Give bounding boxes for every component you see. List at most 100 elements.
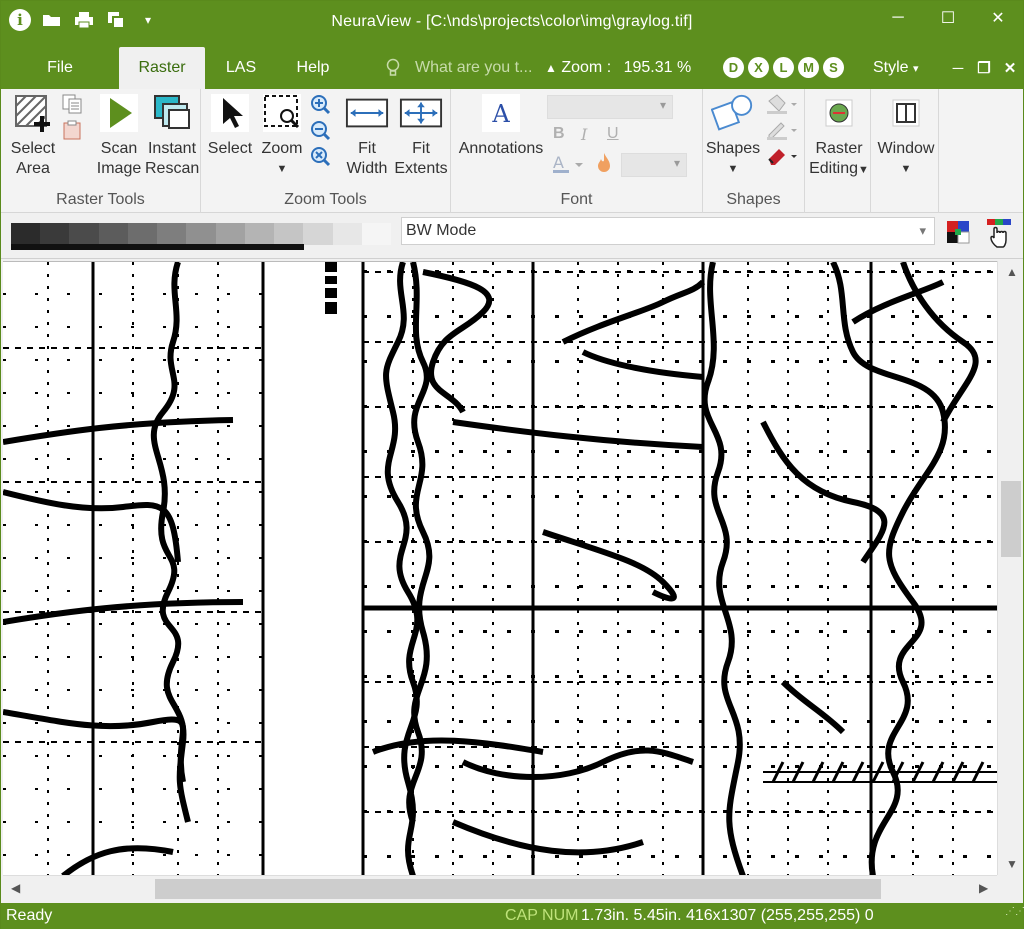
raster-edit-icon <box>817 91 861 135</box>
ramp-swatch[interactable] <box>40 223 70 245</box>
tab-file[interactable]: File <box>29 47 91 89</box>
scroll-left-icon[interactable]: ◀ <box>11 881 20 895</box>
vertical-scrollbar[interactable]: ▲ ▼ <box>997 261 1023 875</box>
tab-las[interactable]: LAS <box>213 47 269 89</box>
view-mode-buttons: D X L M S <box>723 57 844 78</box>
svg-text:A: A <box>491 100 510 128</box>
italic-button[interactable]: I <box>581 125 587 144</box>
ramp-swatch[interactable] <box>244 223 275 245</box>
threshold-bar[interactable] <box>11 244 304 250</box>
annotations-button[interactable]: A Annotations <box>455 91 547 159</box>
zoom-in-icon[interactable] <box>309 93 331 120</box>
color-pick-hand-icon[interactable] <box>985 217 1015 254</box>
zoom-value: 195.31 % <box>623 59 692 76</box>
scan-image-button[interactable]: Scan Image <box>93 91 145 179</box>
maximize-button[interactable]: ☐ <box>923 1 973 35</box>
doc-minimize-button[interactable]: ─ <box>945 47 971 89</box>
grayscale-ramp[interactable] <box>11 223 392 245</box>
select-area-button[interactable]: Select Area <box>5 91 61 179</box>
group-label-raster-tools: Raster Tools <box>56 191 145 208</box>
outline-icon[interactable] <box>765 119 799 146</box>
close-button[interactable]: ✕ <box>973 1 1023 35</box>
doc-restore-button[interactable]: ❐ <box>971 47 997 89</box>
shapes-icon <box>711 91 755 135</box>
mode-toolbar: BW Mode <box>1 213 1023 259</box>
shapes-button[interactable]: Shapes ▼ <box>705 91 761 179</box>
ramp-swatch[interactable] <box>361 223 392 245</box>
horizontal-scrollbar[interactable]: ◀ ▶ <box>3 875 997 901</box>
style-menu[interactable]: Style ▾ <box>873 47 919 89</box>
ribbon: Select Area Scan Image Instant Rescan Ra… <box>1 89 1023 213</box>
ramp-swatch[interactable] <box>98 223 128 245</box>
group-label-zoom-tools: Zoom Tools <box>284 191 367 208</box>
select-area-icon <box>11 91 55 135</box>
vertical-scroll-thumb[interactable] <box>1001 481 1021 557</box>
view-d-button[interactable]: D <box>723 57 744 78</box>
image-canvas[interactable] <box>3 261 997 875</box>
minimize-button[interactable]: ─ <box>873 1 923 35</box>
zoom-out-icon[interactable] <box>309 119 331 146</box>
mode-select[interactable]: BW Mode <box>401 217 935 245</box>
zoom-button[interactable]: Zoom ▼ <box>257 91 307 179</box>
font-size-combo[interactable] <box>621 153 687 177</box>
chevron-down-icon: ▼ <box>858 164 869 176</box>
ramp-swatch[interactable] <box>11 223 41 245</box>
view-l-button[interactable]: L <box>773 57 794 78</box>
font-color-icon[interactable]: A <box>551 153 587 180</box>
ramp-swatch[interactable] <box>332 223 362 245</box>
scroll-up-icon[interactable]: ▲ <box>1006 265 1018 279</box>
paste-icon[interactable] <box>61 119 83 146</box>
eraser-icon[interactable] <box>765 145 799 172</box>
zoom-readout: ▲ Zoom : 195.31 % <box>545 47 691 89</box>
raster-editing-button[interactable]: Raster Editing▼ <box>807 91 871 180</box>
group-shapes: Shapes ▼ Shapes <box>703 89 805 213</box>
group-zoom-tools: Select Zoom ▼ Fit Width Fit Extents Zoom… <box>201 89 451 213</box>
fit-width-button[interactable]: Fit Width <box>341 91 393 179</box>
tab-help[interactable]: Help <box>285 47 341 89</box>
bold-button[interactable]: B <box>553 125 565 143</box>
scroll-down-icon[interactable]: ▼ <box>1006 857 1018 871</box>
select-button[interactable]: Select <box>207 91 253 159</box>
view-s-button[interactable]: S <box>823 57 844 78</box>
ramp-swatch[interactable] <box>157 223 187 245</box>
scroll-corner <box>997 875 1023 901</box>
ramp-swatch[interactable] <box>274 223 304 245</box>
ramp-swatch[interactable] <box>303 223 333 245</box>
title-bar: i ▾ NeuraView - [C:\nds\projects\color\i… <box>1 1 1023 47</box>
horizontal-scroll-thumb[interactable] <box>155 879 881 899</box>
group-window: Window ▼ <box>871 89 939 213</box>
group-raster-tools: Select Area Scan Image Instant Rescan Ra… <box>1 89 201 213</box>
status-caps: CAP NUM <box>505 907 579 924</box>
ramp-swatch[interactable] <box>186 223 216 245</box>
highlight-icon[interactable] <box>595 151 613 180</box>
zoom-reset-icon[interactable] <box>309 145 331 172</box>
raster-image <box>3 262 997 875</box>
resize-grip-icon[interactable]: ⋰⋰ <box>1005 907 1024 923</box>
tab-raster[interactable]: Raster <box>119 47 205 89</box>
doc-close-button[interactable]: ✕ <box>997 47 1023 89</box>
group-font: A Annotations B I U A Font <box>451 89 703 213</box>
search-placeholder: What are you t... <box>415 59 533 76</box>
window-title: NeuraView - [C:\nds\projects\color\img\g… <box>331 13 693 30</box>
fit-extents-button[interactable]: Fit Extents <box>393 91 449 179</box>
ramp-swatch[interactable] <box>127 223 158 245</box>
document-window-controls: ─ ❐ ✕ <box>945 47 1023 89</box>
view-x-button[interactable]: X <box>748 57 769 78</box>
lightbulb-icon <box>386 58 400 76</box>
ramp-swatch[interactable] <box>215 223 245 245</box>
copy-icon[interactable] <box>61 93 83 120</box>
color-palette-icon[interactable] <box>945 219 971 250</box>
window-button[interactable]: Window ▼ <box>873 91 939 179</box>
tell-me-search[interactable]: What are you t... <box>385 47 532 89</box>
zoom-label: Zoom : <box>561 59 612 76</box>
instant-rescan-button[interactable]: Instant Rescan <box>145 91 199 179</box>
underline-button[interactable]: U <box>607 125 619 143</box>
fill-icon[interactable] <box>765 93 799 120</box>
group-label-shapes: Shapes <box>726 191 781 208</box>
ramp-swatch[interactable] <box>69 223 99 245</box>
chevron-up-icon[interactable]: ▲ <box>545 61 557 75</box>
view-m-button[interactable]: M <box>798 57 819 78</box>
group-raster-editing: Raster Editing▼ <box>805 89 871 213</box>
font-name-combo[interactable] <box>547 95 673 119</box>
scroll-right-icon[interactable]: ▶ <box>979 881 988 895</box>
